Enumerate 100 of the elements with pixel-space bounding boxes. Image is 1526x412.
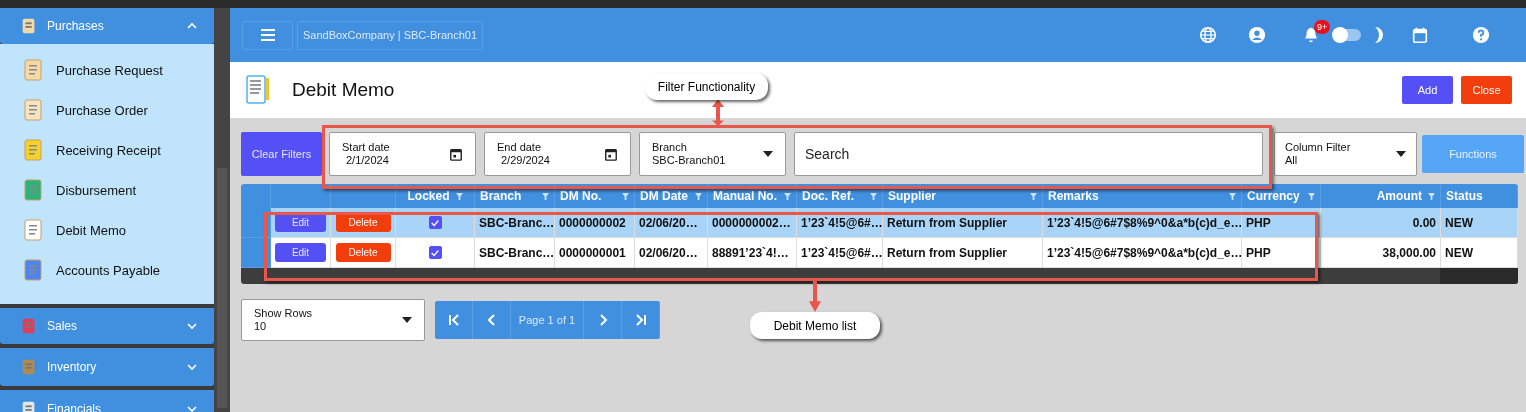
branch-dropdown[interactable]: Branch SBC-Branch01: [639, 132, 786, 176]
column-header[interactable]: Manual No.: [713, 189, 777, 203]
column-header[interactable]: Status: [1446, 189, 1483, 203]
first-page-icon: [447, 314, 460, 326]
sidebar-group[interactable]: Inventory: [0, 348, 214, 386]
show-rows-dropdown[interactable]: Show Rows 10: [241, 299, 425, 341]
caret-icon: [402, 317, 412, 323]
column-header[interactable]: Amount: [1376, 189, 1422, 203]
delete-button[interactable]: Delete: [335, 243, 391, 262]
column-filter-dropdown[interactable]: Column Filter All: [1274, 132, 1417, 176]
table-cell: 88891’23`4!…: [712, 245, 789, 260]
table-cell: NEW: [1445, 215, 1473, 230]
table-cell: 1’23`4!5@6#7$8%9^0&a*b(c)d_e…: [1047, 215, 1241, 230]
edit-button[interactable]: Edit: [275, 243, 326, 262]
memo-icon: [246, 75, 270, 105]
functions-button[interactable]: Functions: [1422, 135, 1524, 173]
sidebar-item[interactable]: Debit Memo: [0, 210, 214, 250]
table-cell: 38,000.00: [1382, 245, 1436, 260]
moon-icon: [1375, 27, 1383, 43]
filter-icon[interactable]: [622, 192, 629, 200]
document-icon: [21, 98, 45, 122]
table-cell: PHP: [1246, 215, 1271, 230]
filter-icon[interactable]: [1229, 192, 1236, 200]
filter-icon[interactable]: [1308, 192, 1315, 200]
callout-label: Filter Functionality: [645, 73, 768, 100]
start-date-field[interactable]: Start date 2/1/2024: [329, 132, 476, 176]
notification-badge: 9+: [1314, 20, 1331, 34]
filter-icon[interactable]: [870, 192, 877, 200]
vertical-scrollbar[interactable]: [214, 8, 230, 412]
sidebar-item[interactable]: Receiving Receipt: [0, 130, 214, 170]
add-button[interactable]: Add: [1402, 76, 1453, 104]
dark-mode-toggle[interactable]: [1334, 29, 1361, 41]
callout-arrow: [808, 280, 822, 312]
filter-icon[interactable]: [542, 192, 549, 200]
table-cell: 1’23`4!5@6#…: [801, 245, 882, 260]
caret-icon: [1396, 151, 1406, 157]
menu-icon: [259, 29, 276, 41]
close-button[interactable]: Close: [1461, 76, 1512, 104]
chevron-icon: [186, 22, 198, 30]
sidebar-group[interactable]: Sales: [0, 308, 214, 344]
sidebar-item[interactable]: Purchase Order: [0, 90, 214, 130]
filter-icon[interactable]: [455, 192, 463, 200]
filter-icon[interactable]: [1428, 192, 1435, 200]
chevron-icon: [186, 405, 198, 412]
sidebar-item[interactable]: Accounts Payable: [0, 250, 214, 290]
table-row[interactable]: Edit Delete SBC-Branc… 0000000001 02/06/20… 88891’23`4!… 1’23`4!5@6#… Return from Supplier 1’23`4!5@6#7$8%9^0&a*b(c)d_e… PHP 38,000.00 NEW: [241, 238, 1518, 268]
document-icon: [21, 178, 45, 202]
filter-icon[interactable]: [784, 192, 791, 200]
document-icon: [21, 218, 45, 242]
document-icon: [21, 58, 45, 82]
globe-icon[interactable]: [1199, 26, 1217, 44]
page-title: Debit Memo: [292, 79, 395, 101]
table-cell: 0000000002: [559, 215, 626, 230]
column-header[interactable]: Currency: [1247, 189, 1300, 203]
search-field[interactable]: Search: [794, 132, 1263, 176]
last-page-icon: [634, 314, 647, 326]
locked-checkbox[interactable]: [428, 216, 442, 229]
table-cell: Return from Supplier: [887, 215, 1007, 230]
column-header[interactable]: Doc. Ref.: [802, 189, 854, 203]
clear-filters-button[interactable]: Clear Filters: [241, 132, 322, 176]
table-cell: 0000000002…: [712, 215, 791, 230]
column-header[interactable]: DM Date: [640, 189, 688, 203]
column-header[interactable]: DM No.: [560, 189, 602, 203]
sidebar-item[interactable]: Disbursement: [0, 170, 214, 210]
table-cell: Return from Supplier: [887, 245, 1007, 260]
column-header[interactable]: Locked: [407, 189, 450, 203]
table-cell: 0000000001: [559, 245, 626, 260]
locked-checkbox[interactable]: [428, 246, 442, 259]
column-header[interactable]: Remarks: [1048, 189, 1099, 203]
chevron-left-icon: [485, 314, 498, 326]
chevron-icon: [186, 322, 198, 330]
table-cell: PHP: [1246, 245, 1271, 260]
table-cell: 02/06/20…: [639, 245, 698, 260]
user-icon[interactable]: [1248, 26, 1266, 44]
chevron-icon: [186, 363, 198, 371]
document-icon: [21, 258, 45, 282]
table-cell: NEW: [1445, 245, 1473, 260]
callout-arrow: [711, 99, 725, 126]
table-cell: 02/06/20…: [639, 215, 698, 230]
end-date-field[interactable]: End date 2/29/2024: [484, 132, 631, 176]
table-cell: 1’23`4!5@6#7$8%9^0&a*b(c)d_e…: [1047, 245, 1241, 260]
table-cell: 1’23`4!5@6#…: [801, 215, 882, 230]
help-icon[interactable]: [1472, 26, 1490, 44]
table-cell: SBC-Branc…: [479, 215, 554, 230]
sidebar-group[interactable]: Purchases: [0, 8, 214, 44]
calendar-icon: [604, 147, 618, 161]
calendar-icon: [449, 147, 463, 161]
filter-icon[interactable]: [695, 192, 702, 200]
column-header[interactable]: Supplier: [888, 189, 936, 203]
table-cell: SBC-Branc…: [479, 245, 554, 260]
caret-icon: [763, 151, 773, 157]
document-icon: [21, 138, 45, 162]
first-page-button[interactable]: [435, 301, 473, 339]
company-label: SandBoxCompany | SBC-Branch01: [297, 20, 483, 50]
menu-button[interactable]: [242, 20, 293, 50]
sidebar-item[interactable]: Purchase Request: [0, 50, 214, 90]
calendar-icon[interactable]: [1411, 26, 1429, 44]
column-header[interactable]: Branch: [480, 189, 522, 203]
table-cell: 0.00: [1412, 215, 1436, 230]
filter-icon[interactable]: [1030, 192, 1037, 200]
